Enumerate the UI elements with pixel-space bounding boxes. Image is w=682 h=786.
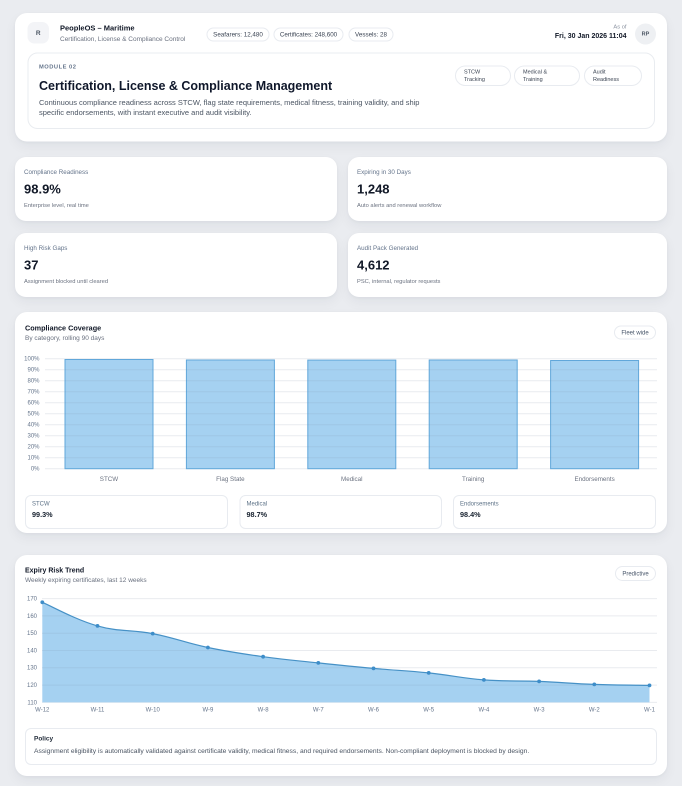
svg-text:120: 120 xyxy=(27,683,38,689)
svg-text:170: 170 xyxy=(27,597,38,603)
svg-text:W-12: W-12 xyxy=(35,708,50,714)
svg-text:Flag State: Flag State xyxy=(216,476,245,483)
svg-text:W-2: W-2 xyxy=(589,708,601,714)
svg-text:80%: 80% xyxy=(27,379,40,385)
svg-text:Medical: Medical xyxy=(341,476,363,483)
svg-text:160: 160 xyxy=(27,614,38,620)
svg-text:W-4: W-4 xyxy=(478,708,490,714)
svg-text:W-7: W-7 xyxy=(313,708,325,714)
svg-text:W-10: W-10 xyxy=(146,708,161,714)
svg-text:W-8: W-8 xyxy=(258,708,270,714)
svg-text:W-6: W-6 xyxy=(368,708,380,714)
svg-text:Endorsements: Endorsements xyxy=(574,476,614,483)
svg-text:W-1: W-1 xyxy=(644,708,656,714)
svg-text:STCW: STCW xyxy=(100,476,119,483)
svg-text:Training: Training xyxy=(462,476,485,483)
svg-text:130: 130 xyxy=(27,666,38,672)
svg-text:W-5: W-5 xyxy=(423,708,435,714)
svg-text:90%: 90% xyxy=(27,368,40,374)
svg-text:150: 150 xyxy=(27,631,38,637)
svg-text:30%: 30% xyxy=(27,434,40,440)
svg-text:10%: 10% xyxy=(27,456,40,462)
svg-text:60%: 60% xyxy=(27,401,40,407)
svg-text:W-3: W-3 xyxy=(534,708,546,714)
svg-text:110: 110 xyxy=(27,700,37,706)
svg-text:W-9: W-9 xyxy=(202,708,214,714)
svg-text:20%: 20% xyxy=(27,445,40,451)
svg-text:50%: 50% xyxy=(27,412,40,418)
svg-text:40%: 40% xyxy=(27,423,40,429)
svg-text:70%: 70% xyxy=(27,390,40,396)
svg-text:140: 140 xyxy=(27,648,38,654)
svg-text:W-11: W-11 xyxy=(91,708,105,714)
svg-text:0%: 0% xyxy=(31,467,40,473)
svg-text:100%: 100% xyxy=(24,357,40,363)
